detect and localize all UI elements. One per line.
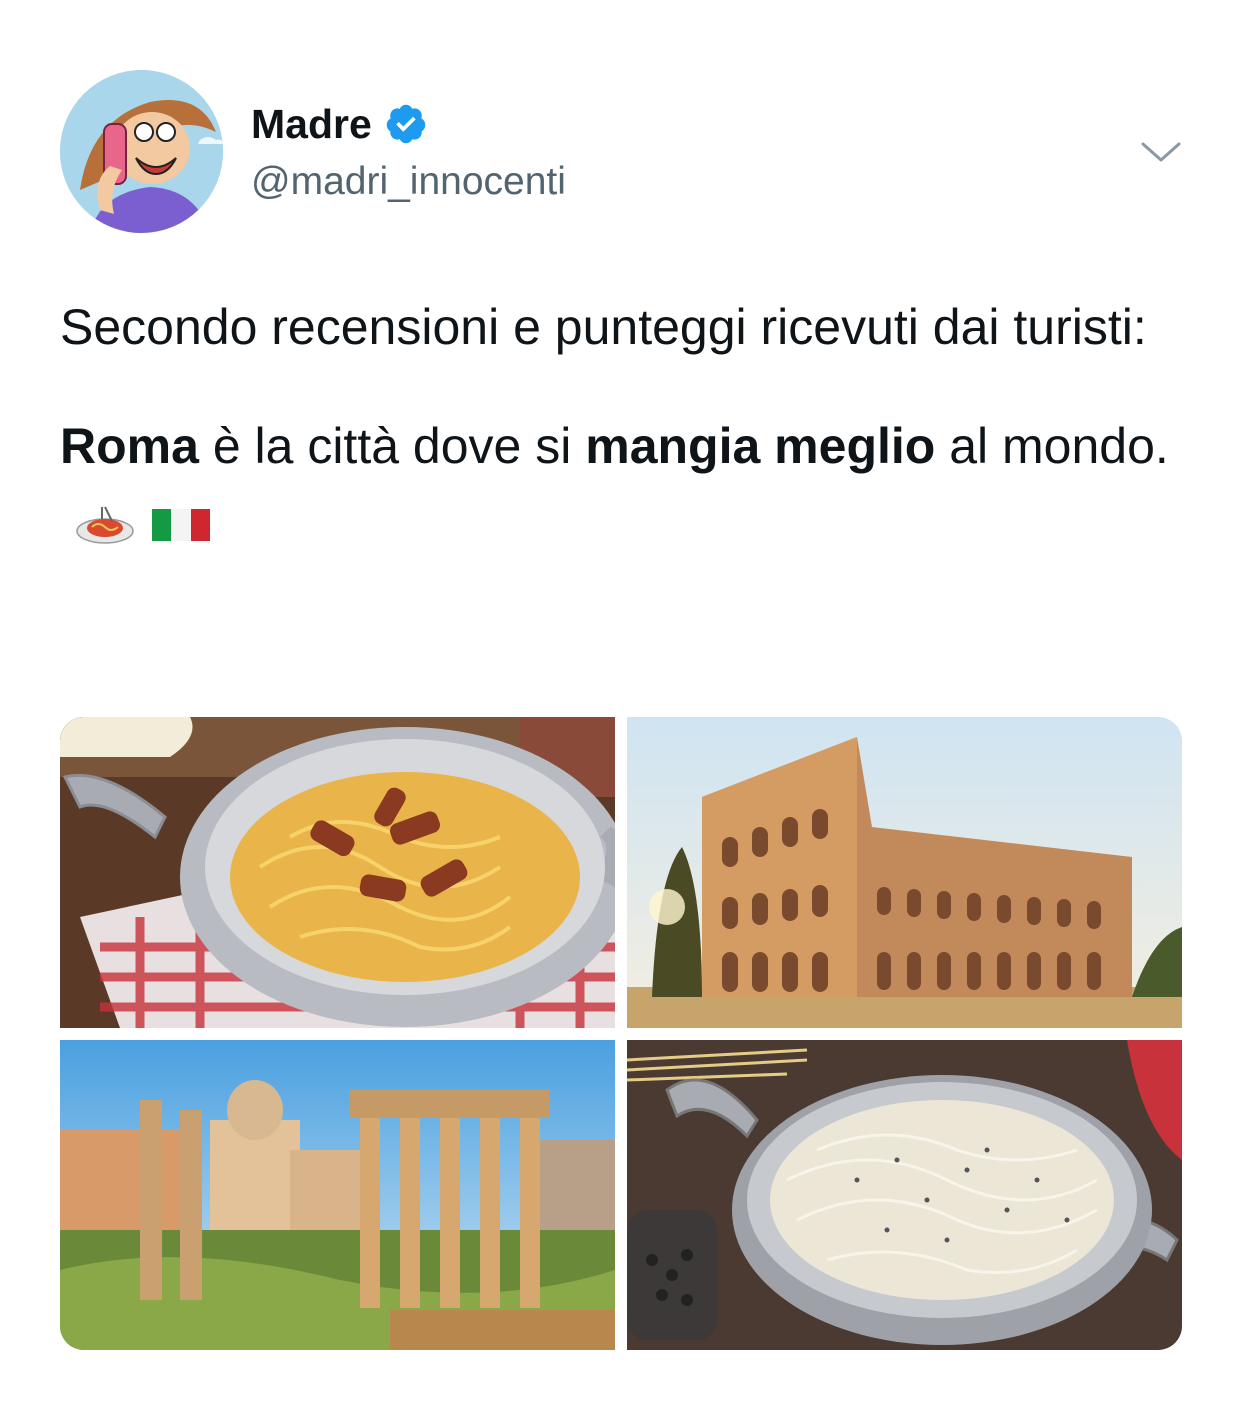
tweet-paragraph-2: Roma è la città dove si mangia meglio al… [60, 409, 1200, 559]
verified-badge-icon [386, 104, 426, 144]
bold-mangia-meglio: mangia meglio [585, 418, 936, 474]
cacio-e-pepe-image [627, 1040, 1182, 1350]
cacio-e-pepe-photo[interactable] [627, 1040, 1182, 1350]
tweet-text: Secondo recensioni e punteggi ricevuti d… [60, 290, 1200, 559]
display-name[interactable]: Madre [251, 101, 372, 148]
italy-flag-icon [152, 508, 210, 541]
tweet-text-segment: al mondo. [935, 418, 1169, 474]
user-handle[interactable]: @madri_innocenti [251, 160, 566, 204]
tweet-text-segment: è la città dove si [198, 418, 586, 474]
roman-forum-image [60, 1040, 615, 1350]
user-name-row[interactable]: Madre [251, 98, 428, 150]
chevron-down-icon[interactable] [1140, 138, 1182, 166]
spaghetti-icon [76, 506, 134, 544]
media-grid[interactable] [60, 717, 1182, 1350]
bold-roma: Roma [60, 418, 199, 474]
tweet-paragraph-1: Secondo recensioni e punteggi ricevuti d… [60, 299, 1147, 355]
carbonara-photo[interactable] [60, 717, 615, 1028]
avatar[interactable] [60, 70, 223, 233]
colosseum-photo[interactable] [627, 717, 1182, 1028]
roman-forum-photo[interactable] [60, 1040, 615, 1350]
avatar-image [60, 70, 223, 233]
carbonara-image [60, 717, 615, 1028]
colosseum-image [627, 717, 1182, 1028]
